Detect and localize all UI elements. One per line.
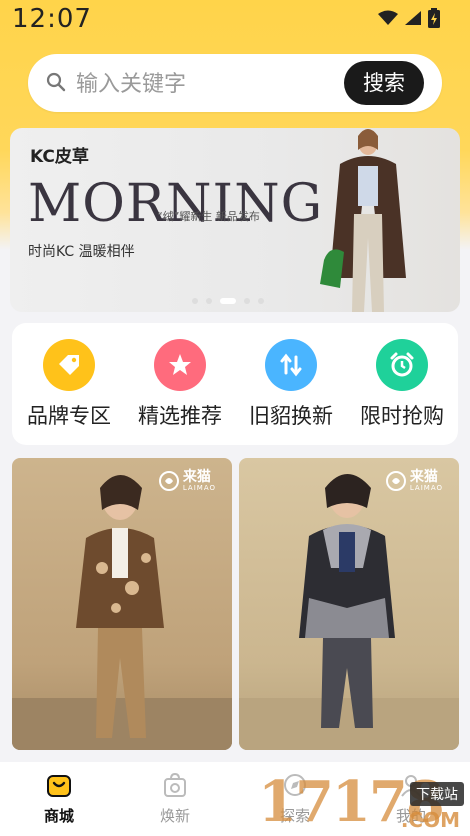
alarm-clock-icon — [376, 339, 428, 391]
product-image — [12, 475, 232, 750]
tab-renew[interactable]: 焕新 — [130, 772, 220, 826]
category-label: 限时抢购 — [360, 404, 444, 428]
category-recommended[interactable]: 精选推荐 — [125, 339, 235, 430]
tab-label: 焕新 — [159, 807, 190, 825]
search-input[interactable] — [74, 67, 358, 101]
category-brand-zone[interactable]: 品牌专区 — [14, 339, 124, 430]
product-card[interactable]: 来猫 LAIMAO — [239, 458, 459, 750]
status-bar: 12:07 — [0, 0, 470, 42]
banner-headline: MORNING — [28, 174, 324, 234]
category-label: 精选推荐 — [138, 404, 222, 428]
signal-icon — [405, 11, 421, 25]
banner-pagination — [192, 298, 264, 304]
pagination-dot[interactable] — [192, 298, 198, 304]
badge-text: 来猫 — [409, 469, 438, 485]
battery-icon — [428, 8, 440, 28]
wifi-icon — [378, 10, 398, 25]
banner-subline: “绒”耀新生 新品发布 — [157, 210, 260, 223]
pagination-dot[interactable] — [258, 298, 264, 304]
pagination-dot[interactable] — [244, 298, 250, 304]
swap-icon — [265, 339, 317, 391]
product-card[interactable]: 来猫 LAIMAO — [12, 458, 232, 750]
site-watermark: 17178 下载站 .COM — [240, 766, 470, 836]
brand-badge: 来猫 LAIMAO — [385, 469, 443, 492]
banner-brand: KC皮草 — [30, 147, 89, 167]
star-icon — [154, 339, 206, 391]
pagination-dot[interactable] — [206, 298, 212, 304]
refresh-bag-icon — [164, 772, 186, 797]
search-button[interactable]: 搜索 — [344, 61, 424, 105]
badge-subtext: LAIMAO — [182, 484, 216, 492]
banner-tagline: 时尚KC 温暖相伴 — [28, 244, 135, 260]
tab-mall[interactable]: 商城 — [14, 772, 104, 826]
status-time: 12:07 — [12, 4, 92, 34]
search-bar: 搜索 — [28, 54, 442, 112]
banner-model-image — [320, 129, 406, 312]
brand-badge: 来猫 LAIMAO — [158, 469, 216, 492]
badge-subtext: LAIMAO — [409, 484, 443, 492]
category-flash-sale[interactable]: 限时抢购 — [347, 339, 457, 430]
badge-text: 来猫 — [182, 469, 211, 485]
watermark-domain: .COM — [400, 808, 460, 832]
brand-logo-icon — [385, 471, 406, 491]
pagination-dot-active[interactable] — [220, 298, 236, 304]
system-icons — [378, 8, 440, 28]
shop-bag-icon — [47, 775, 71, 797]
promo-banner[interactable]: KC皮草 MORNING “绒”耀新生 新品发布 时尚KC 温暖相伴 — [10, 128, 460, 312]
tab-label: 商城 — [43, 807, 74, 825]
category-label: 旧貂换新 — [249, 404, 333, 428]
category-trade-in[interactable]: 旧貂换新 — [236, 339, 346, 430]
watermark-caption: 下载站 — [410, 782, 464, 806]
search-icon — [46, 72, 66, 92]
category-label: 品牌专区 — [27, 404, 111, 428]
product-image — [239, 474, 459, 750]
category-grid: 品牌专区 精选推荐 旧貂换新 限时抢购 — [12, 323, 458, 445]
tag-icon — [43, 339, 95, 391]
brand-logo-icon — [158, 471, 179, 491]
